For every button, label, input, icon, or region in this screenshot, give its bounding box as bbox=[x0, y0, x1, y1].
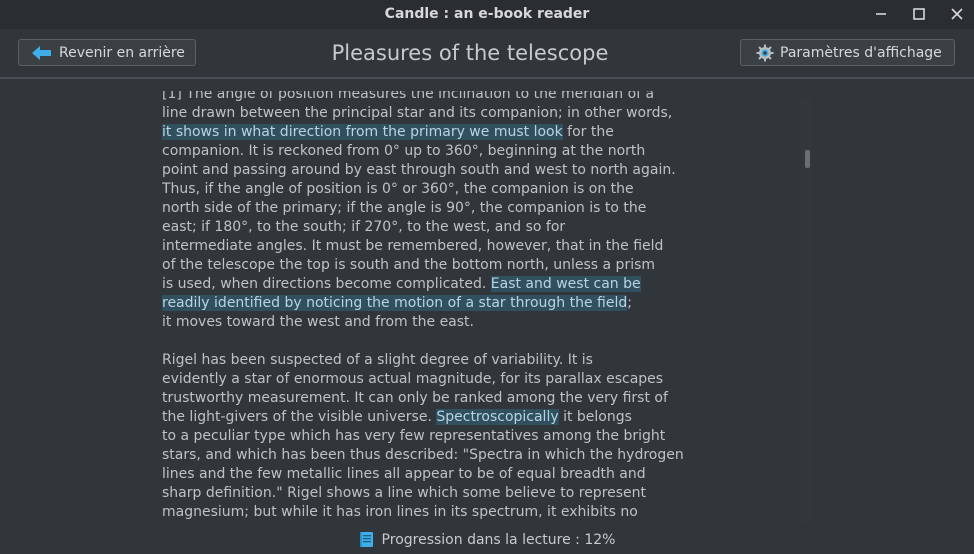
display-settings-label: Paramètres d'affichage bbox=[780, 44, 942, 61]
highlighted-text: Spectroscopically bbox=[436, 409, 559, 425]
display-settings-button[interactable]: Paramètres d'affichage bbox=[740, 39, 955, 66]
text-segment: intermediate angles. It must be remember… bbox=[162, 238, 664, 254]
text-segment: sharp definition." Rigel shows a line wh… bbox=[162, 485, 647, 501]
status-bar: Progression dans la lecture : 12% bbox=[0, 525, 974, 554]
text-segment: ; bbox=[627, 295, 632, 311]
text-segment: east; if 180°, to the south; if 270°, to… bbox=[162, 219, 566, 235]
text-line: of the telescope the top is south and th… bbox=[162, 256, 692, 275]
text-line: trustworthy measurement. It can only be … bbox=[162, 389, 692, 408]
text-segment: evidently a star of enormous actual magn… bbox=[162, 371, 664, 387]
text-line: [1] The angle of position measures the i… bbox=[162, 91, 692, 104]
text-segment: lines and the few metallic lines all app… bbox=[162, 466, 646, 482]
scrollbar-handle[interactable] bbox=[805, 150, 810, 168]
book-text[interactable]: [1] The angle of position measures the i… bbox=[162, 91, 692, 524]
text-line: line drawn between the principal star an… bbox=[162, 104, 692, 123]
back-button[interactable]: Revenir en arrière bbox=[18, 39, 196, 66]
highlighted-text: it shows in what direction from the prim… bbox=[162, 124, 563, 140]
minimize-button[interactable] bbox=[870, 4, 892, 24]
arrow-left-icon bbox=[31, 45, 53, 61]
text-line: Thus, if the angle of position is 0° or … bbox=[162, 180, 692, 199]
highlighted-text: readily identified by noticing the motio… bbox=[162, 295, 628, 311]
text-line: companion. It is reckoned from 0° up to … bbox=[162, 142, 692, 161]
text-segment: magnesium; but while it has iron lines i… bbox=[162, 504, 638, 520]
title-bar: Candle : an e-book reader bbox=[0, 0, 974, 29]
text-segment: it belongs bbox=[558, 409, 632, 425]
text-segment: Thus, if the angle of position is 0° or … bbox=[162, 181, 634, 197]
text-segment: for the bbox=[562, 124, 614, 140]
text-segment: of the telescope the top is south and th… bbox=[162, 257, 656, 273]
reading-progress: Progression dans la lecture : 12% bbox=[381, 531, 616, 548]
reader-area[interactable]: [1] The angle of position measures the i… bbox=[0, 79, 974, 525]
text-segment: [1] The angle of position measures the i… bbox=[162, 91, 655, 102]
book-icon bbox=[359, 531, 375, 548]
paragraph-2: Rigel has been suspected of a slight deg… bbox=[162, 351, 692, 522]
page-title: Pleasures of the telescope bbox=[331, 41, 609, 65]
text-line: readily identified by noticing the motio… bbox=[162, 294, 692, 313]
text-line: east; if 180°, to the south; if 270°, to… bbox=[162, 218, 692, 237]
text-line: lines and the few metallic lines all app… bbox=[162, 465, 692, 484]
text-segment: the light-givers of the visible universe… bbox=[162, 409, 437, 425]
text-line: magnesium; but while it has iron lines i… bbox=[162, 503, 692, 522]
text-line: the light-givers of the visible universe… bbox=[162, 408, 692, 427]
text-line: sharp definition." Rigel shows a line wh… bbox=[162, 484, 692, 503]
text-segment: it moves toward the west and from the ea… bbox=[162, 314, 474, 330]
text-segment: companion. It is reckoned from 0° up to … bbox=[162, 143, 646, 159]
highlighted-text: East and west can be bbox=[490, 276, 641, 292]
close-button[interactable] bbox=[946, 4, 968, 24]
minimize-icon bbox=[876, 13, 886, 15]
window-title: Candle : an e-book reader bbox=[384, 6, 590, 22]
paragraph-1: [1] The angle of position measures the i… bbox=[162, 91, 692, 332]
text-line: it moves toward the west and from the ea… bbox=[162, 313, 692, 332]
text-segment: to a peculiar type which has very few re… bbox=[162, 428, 666, 444]
maximize-icon bbox=[913, 8, 925, 20]
text-segment: is used, when directions become complica… bbox=[162, 276, 491, 292]
back-button-label: Revenir en arrière bbox=[59, 44, 185, 61]
text-segment: line drawn between the principal star an… bbox=[162, 105, 673, 121]
text-line: evidently a star of enormous actual magn… bbox=[162, 370, 692, 389]
maximize-button[interactable] bbox=[908, 4, 930, 24]
text-line: point and passing around by east through… bbox=[162, 161, 692, 180]
text-segment: point and passing around by east through… bbox=[162, 162, 676, 178]
text-segment: north side of the primary; if the angle … bbox=[162, 200, 647, 216]
text-line: to a peculiar type which has very few re… bbox=[162, 427, 692, 446]
text-line: it shows in what direction from the prim… bbox=[162, 123, 692, 142]
text-line: north side of the primary; if the angle … bbox=[162, 199, 692, 218]
text-segment: trustworthy measurement. It can only be … bbox=[162, 390, 668, 406]
text-line: is used, when directions become complica… bbox=[162, 275, 692, 294]
text-segment: Rigel has been suspected of a slight deg… bbox=[162, 352, 593, 368]
close-icon bbox=[951, 8, 963, 20]
toolbar: Revenir en arrière Pleasures of the tele… bbox=[0, 29, 974, 77]
text-line: Rigel has been suspected of a slight deg… bbox=[162, 351, 692, 370]
gear-icon bbox=[756, 44, 774, 62]
text-segment: stars, and which has been thus described… bbox=[162, 447, 684, 463]
text-line: stars, and which has been thus described… bbox=[162, 446, 692, 465]
text-line: intermediate angles. It must be remember… bbox=[162, 237, 692, 256]
